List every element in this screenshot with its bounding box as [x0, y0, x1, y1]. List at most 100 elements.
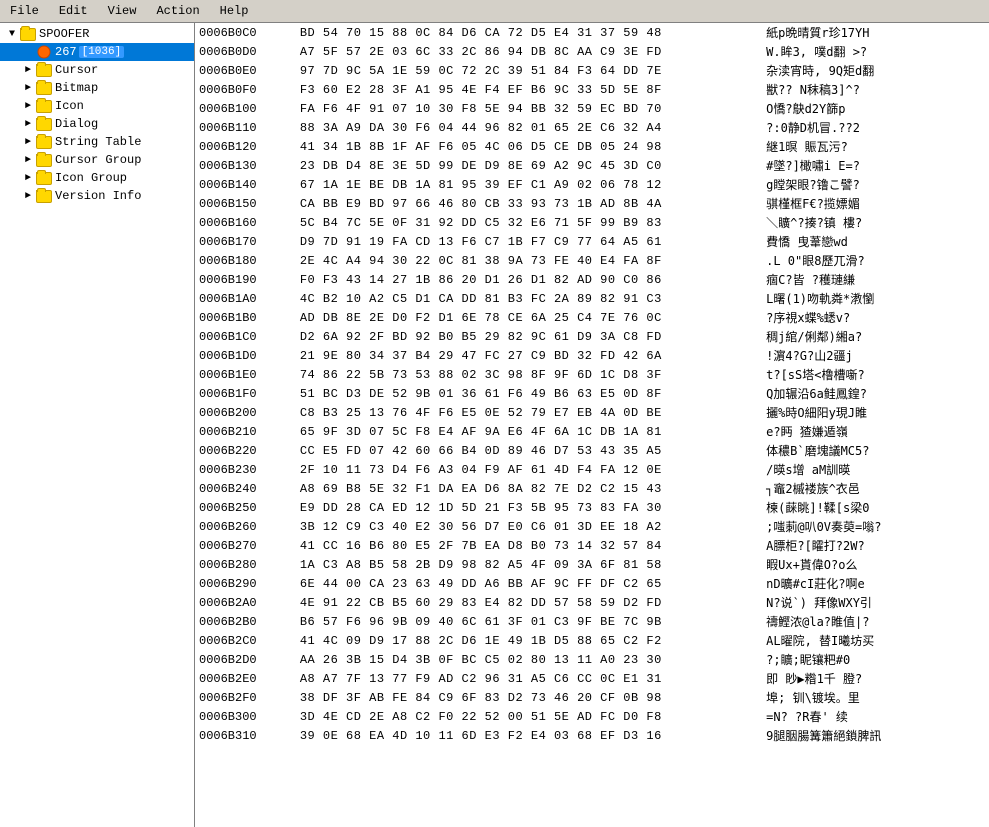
- table-row: 0006B250E9 DD 28 CA ED 12 1D 5D 21 F3 5B…: [195, 498, 989, 517]
- table-row: 0006B1A04C B2 10 A2 C5 D1 CA DD 81 B3 FC…: [195, 289, 989, 308]
- sidebar-label-bitmap: Bitmap: [55, 81, 98, 95]
- sidebar-item-icon-group[interactable]: ► Icon Group: [0, 169, 194, 187]
- menu-view[interactable]: View: [102, 2, 143, 20]
- hex-bytes-cell: 5C B4 7C 5E 0F 31 92 DD C5 32 E6 71 5F 9…: [296, 213, 762, 232]
- hex-bytes-cell: 23 DB D4 8E 3E 5D 99 DE D9 8E 69 A2 9C 4…: [296, 156, 762, 175]
- hex-ascii-cell: 楝(蔝眺]!鞣[s梁0: [762, 498, 989, 517]
- hex-address-cell: 0006B130: [195, 156, 296, 175]
- hex-bytes-cell: D9 7D 91 19 FA CD 13 F6 C7 1B F7 C9 77 6…: [296, 232, 762, 251]
- hex-address-cell: 0006B2F0: [195, 688, 296, 707]
- hex-address-cell: 0006B2B0: [195, 612, 296, 631]
- sidebar-item-version-info[interactable]: ► Version Info: [0, 187, 194, 205]
- expander-cursor-group[interactable]: ►: [20, 152, 36, 168]
- folder-icon-dialog: [36, 118, 52, 131]
- table-row: 0006B1802E 4C A4 94 30 22 0C 81 38 9A 73…: [195, 251, 989, 270]
- sidebar-label-version-info: Version Info: [55, 189, 141, 203]
- table-row: 0006B190F0 F3 43 14 27 1B 86 20 D1 26 D1…: [195, 270, 989, 289]
- hex-address-cell: 0006B220: [195, 441, 296, 460]
- expander-bitmap[interactable]: ►: [20, 80, 36, 96]
- hex-address-cell: 0006B1A0: [195, 289, 296, 308]
- hex-address-cell: 0006B190: [195, 270, 296, 289]
- table-row: 0006B1E074 86 22 5B 73 53 88 02 3C 98 8F…: [195, 365, 989, 384]
- hex-panel[interactable]: 0006B0C0BD 54 70 15 88 0C 84 D6 CA 72 D5…: [195, 23, 989, 827]
- hex-address-cell: 0006B180: [195, 251, 296, 270]
- hex-address-cell: 0006B210: [195, 422, 296, 441]
- folder-icon-cursor-group: [36, 154, 52, 167]
- hex-address-cell: 0006B110: [195, 118, 296, 137]
- hex-address-cell: 0006B300: [195, 707, 296, 726]
- sidebar-item-spoofer[interactable]: ▼ SPOOFER: [0, 25, 194, 43]
- item-icon-267: [36, 44, 52, 60]
- hex-bytes-cell: AA 26 3B 15 D4 3B 0F BC C5 02 80 13 11 A…: [296, 650, 762, 669]
- hex-bytes-cell: 2F 10 11 73 D4 F6 A3 04 F9 AF 61 4D F4 F…: [296, 460, 762, 479]
- expander-string-table[interactable]: ►: [20, 134, 36, 150]
- menu-file[interactable]: File: [4, 2, 45, 20]
- sidebar-item-bitmap[interactable]: ► Bitmap: [0, 79, 194, 97]
- table-row: 0006B1F051 BC D3 DE 52 9B 01 36 61 F6 49…: [195, 384, 989, 403]
- hex-address-cell: 0006B170: [195, 232, 296, 251]
- hex-ascii-cell: #墜?]橄嘯i E=?: [762, 156, 989, 175]
- sidebar-item-string-table[interactable]: ► String Table: [0, 133, 194, 151]
- hex-bytes-cell: F3 60 E2 28 3F A1 95 4E F4 EF B6 9C 33 5…: [296, 80, 762, 99]
- hex-address-cell: 0006B0D0: [195, 42, 296, 61]
- table-row: 0006B2906E 44 00 CA 23 63 49 DD A6 BB AF…: [195, 574, 989, 593]
- sidebar-label-cursor-group: Cursor Group: [55, 153, 141, 167]
- table-row: 0006B2C041 4C 09 D9 17 88 2C D6 1E 49 1B…: [195, 631, 989, 650]
- sidebar-badge-267: [1036]: [79, 46, 125, 58]
- sidebar-item-icon[interactable]: ► Icon: [0, 97, 194, 115]
- expander-267: [20, 44, 36, 60]
- sidebar-item-dialog[interactable]: ► Dialog: [0, 115, 194, 133]
- table-row: 0006B1605C B4 7C 5E 0F 31 92 DD C5 32 E6…: [195, 213, 989, 232]
- table-row: 0006B170D9 7D 91 19 FA CD 13 F6 C7 1B F7…: [195, 232, 989, 251]
- table-row: 0006B0C0BD 54 70 15 88 0C 84 D6 CA 72 D5…: [195, 23, 989, 42]
- hex-address-cell: 0006B1B0: [195, 308, 296, 327]
- menu-help[interactable]: Help: [214, 2, 255, 20]
- hex-ascii-cell: ?:0静D机冒.??2: [762, 118, 989, 137]
- table-row: 0006B31039 0E 68 EA 4D 10 11 6D E3 F2 E4…: [195, 726, 989, 745]
- hex-address-cell: 0006B120: [195, 137, 296, 156]
- folder-icon-spoofer: [20, 28, 36, 41]
- table-row: 0006B27041 CC 16 B6 80 E5 2F 7B EA D8 B0…: [195, 536, 989, 555]
- sidebar-item-cursor-group[interactable]: ► Cursor Group: [0, 151, 194, 169]
- hex-address-cell: 0006B290: [195, 574, 296, 593]
- expander-version-info[interactable]: ►: [20, 188, 36, 204]
- hex-address-cell: 0006B200: [195, 403, 296, 422]
- hex-bytes-cell: 74 86 22 5B 73 53 88 02 3C 98 8F 9F 6D 1…: [296, 365, 762, 384]
- expander-cursor[interactable]: ►: [20, 62, 36, 78]
- sidebar-item-267[interactable]: 267 [1036]: [0, 43, 194, 61]
- hex-address-cell: 0006B250: [195, 498, 296, 517]
- menu-action[interactable]: Action: [150, 2, 205, 20]
- hex-ascii-cell: !濵4?G?山2疆j: [762, 346, 989, 365]
- hex-address-cell: 0006B2C0: [195, 631, 296, 650]
- sidebar-label-string-table: String Table: [55, 135, 141, 149]
- table-row: 0006B0E097 7D 9C 5A 1E 59 0C 72 2C 39 51…: [195, 61, 989, 80]
- hex-ascii-cell: A膘柜?[矐打?2W?: [762, 536, 989, 555]
- hex-bytes-cell: 65 9F 3D 07 5C F8 E4 AF 9A E6 4F 6A 1C D…: [296, 422, 762, 441]
- expander-icon[interactable]: ►: [20, 98, 36, 114]
- folder-icon-string-table: [36, 136, 52, 149]
- hex-bytes-cell: 41 34 1B 8B 1F AF F6 05 4C 06 D5 CE DB 0…: [296, 137, 762, 156]
- hex-bytes-cell: 3D 4E CD 2E A8 C2 F0 22 52 00 51 5E AD F…: [296, 707, 762, 726]
- expander-icon-group[interactable]: ►: [20, 170, 36, 186]
- table-row: 0006B2B0B6 57 F6 96 9B 09 40 6C 61 3F 01…: [195, 612, 989, 631]
- hex-bytes-cell: A7 5F 57 2E 03 6C 33 2C 86 94 DB 8C AA C…: [296, 42, 762, 61]
- main-content: ▼ SPOOFER 267 [1036] ► Cursor ► Bitmap: [0, 23, 989, 827]
- expander-dialog[interactable]: ►: [20, 116, 36, 132]
- hex-bytes-cell: 4C B2 10 A2 C5 D1 CA DD 81 B3 FC 2A 89 8…: [296, 289, 762, 308]
- table-row: 0006B2603B 12 C9 C3 40 E2 30 56 D7 E0 C6…: [195, 517, 989, 536]
- sidebar-item-cursor[interactable]: ► Cursor: [0, 61, 194, 79]
- hex-bytes-cell: 51 BC D3 DE 52 9B 01 36 61 F6 49 B6 63 E…: [296, 384, 762, 403]
- hex-bytes-cell: 41 4C 09 D9 17 88 2C D6 1E 49 1B D5 88 6…: [296, 631, 762, 650]
- hex-ascii-cell: t?[sS塔<橹槽噺?: [762, 365, 989, 384]
- table-row: 0006B1B0AD DB 8E 2E D0 F2 D1 6E 78 CE 6A…: [195, 308, 989, 327]
- table-row: 0006B0F0F3 60 E2 28 3F A1 95 4E F4 EF B6…: [195, 80, 989, 99]
- sidebar-label-icon-group: Icon Group: [55, 171, 127, 185]
- hex-address-cell: 0006B0C0: [195, 23, 296, 42]
- table-row: 0006B11088 3A A9 DA 30 F6 04 44 96 82 01…: [195, 118, 989, 137]
- table-row: 0006B220CC E5 FD 07 42 60 66 B4 0D 89 46…: [195, 441, 989, 460]
- menu-edit[interactable]: Edit: [53, 2, 94, 20]
- folder-icon-icon-group: [36, 172, 52, 185]
- hex-bytes-cell: 21 9E 80 34 37 B4 29 47 FC 27 C9 BD 32 F…: [296, 346, 762, 365]
- hex-bytes-cell: 41 CC 16 B6 80 E5 2F 7B EA D8 B0 73 14 3…: [296, 536, 762, 555]
- expander-spoofer[interactable]: ▼: [4, 26, 20, 42]
